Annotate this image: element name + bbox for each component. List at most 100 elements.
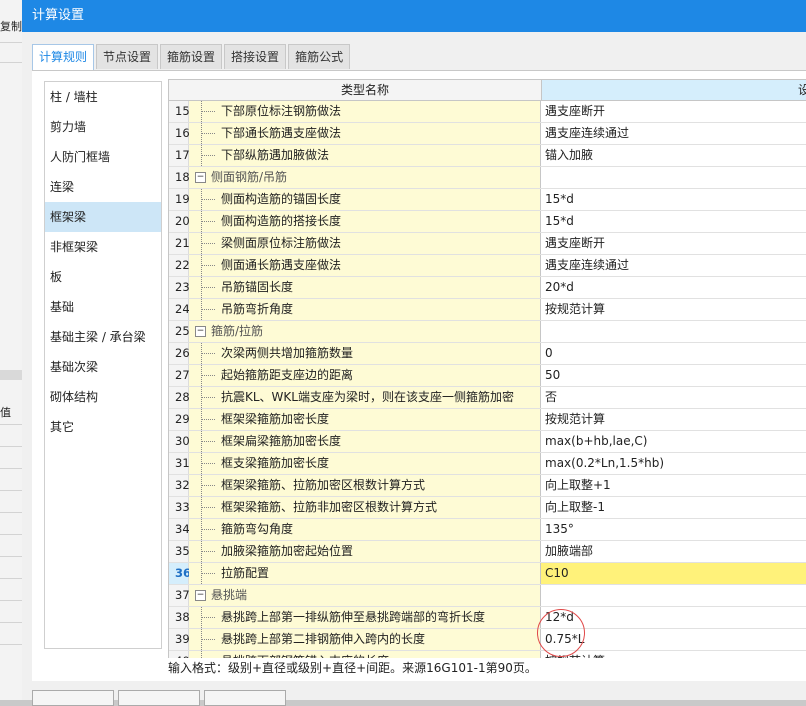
collapse-toggle-icon[interactable]: − bbox=[195, 590, 206, 601]
property-value[interactable]: 锚入加腋 bbox=[541, 145, 806, 166]
tab-1[interactable]: 节点设置 bbox=[96, 44, 159, 69]
property-value[interactable]: 加腋端部 bbox=[541, 541, 806, 562]
divider bbox=[0, 600, 22, 601]
property-name: 悬挑跨上部第一排纵筋伸至悬挑跨端部的弯折长度 bbox=[189, 607, 541, 628]
table-row[interactable]: 33 框架梁箍筋、拉筋非加密区根数计算方式 向上取整-1 bbox=[169, 497, 806, 519]
table-row[interactable]: 36 拉筋配置 C10 bbox=[169, 563, 806, 585]
tab-2[interactable]: 箍筋设置 bbox=[160, 44, 223, 69]
tab-0[interactable]: 计算规则 bbox=[32, 44, 95, 71]
property-value[interactable] bbox=[541, 321, 806, 342]
property-value[interactable] bbox=[541, 585, 806, 606]
table-row[interactable]: 17 下部纵筋遇加腋做法 锚入加腋 bbox=[169, 145, 806, 167]
table-row[interactable]: 23 吊筋锚固长度 20*d bbox=[169, 277, 806, 299]
collapse-toggle-icon[interactable]: − bbox=[195, 326, 206, 337]
property-value-text: 按规范计算 bbox=[545, 412, 606, 426]
property-value[interactable]: 135° bbox=[541, 519, 806, 540]
property-value[interactable]: 0 bbox=[541, 343, 806, 364]
property-name: 抗震KL、WKL端支座为梁时，则在该支座一侧箍筋加密 bbox=[189, 387, 541, 408]
table-row[interactable]: 24 吊筋弯折角度 按规范计算 bbox=[169, 299, 806, 321]
category-item[interactable]: 砌体结构 bbox=[45, 382, 161, 412]
property-value-text: 0 bbox=[545, 346, 553, 360]
tree-line-icon bbox=[195, 409, 217, 430]
tab-4[interactable]: 箍筋公式 bbox=[288, 44, 351, 69]
property-name: 梁侧面原位标注筋做法 bbox=[189, 233, 541, 254]
property-value[interactable]: max(0.2*Ln,1.5*hb) bbox=[541, 453, 806, 474]
property-value[interactable]: 遇支座断开 bbox=[541, 233, 806, 254]
category-item[interactable]: 剪力墙 bbox=[45, 112, 161, 142]
category-item[interactable]: 其它 bbox=[45, 412, 161, 442]
table-row[interactable]: 22 侧面通长筋遇支座做法 遇支座连续通过 bbox=[169, 255, 806, 277]
property-value[interactable]: 按规范计算 bbox=[541, 299, 806, 320]
tree-line-icon bbox=[195, 365, 217, 386]
table-row[interactable]: 29 框架梁箍筋加密长度 按规范计算 bbox=[169, 409, 806, 431]
table-row[interactable]: 15 下部原位标注钢筋做法 遇支座断开 bbox=[169, 101, 806, 123]
table-row[interactable]: 27 起始箍筋距支座边的距离 50 bbox=[169, 365, 806, 387]
dialog-button[interactable] bbox=[118, 690, 200, 706]
table-row[interactable]: 19 侧面构造筋的锚固长度 15*d bbox=[169, 189, 806, 211]
group-row[interactable]: 37− 悬挑端 bbox=[169, 585, 806, 607]
category-item[interactable]: 基础次梁 bbox=[45, 352, 161, 382]
property-value[interactable]: 50 bbox=[541, 365, 806, 386]
group-row[interactable]: 18− 侧面钢筋/吊筋 bbox=[169, 167, 806, 189]
property-value[interactable]: 向上取整+1 bbox=[541, 475, 806, 496]
category-item[interactable]: 连梁 bbox=[45, 172, 161, 202]
property-name: 框架扁梁箍筋加密长度 bbox=[189, 431, 541, 452]
row-number: 40 bbox=[169, 651, 190, 658]
tab-3[interactable]: 搭接设置 bbox=[224, 44, 287, 69]
table-row[interactable]: 40 悬挑跨下部钢筋锚入支座的长度 按规范计算 bbox=[169, 651, 806, 658]
category-item[interactable]: 柱 / 墙柱 bbox=[45, 82, 161, 112]
table-row[interactable]: 16 下部通长筋遇支座做法 遇支座连续通过 bbox=[169, 123, 806, 145]
property-value[interactable]: max(b+hb,lae,C) bbox=[541, 431, 806, 452]
dialog-button[interactable] bbox=[32, 690, 114, 706]
category-item[interactable]: 人防门框墙 bbox=[45, 142, 161, 172]
row-number: 18 bbox=[169, 167, 190, 188]
table-row[interactable]: 32 框架梁箍筋、拉筋加密区根数计算方式 向上取整+1 bbox=[169, 475, 806, 497]
property-value[interactable]: 20*d bbox=[541, 277, 806, 298]
property-value[interactable]: 按规范计算 bbox=[541, 409, 806, 430]
property-value[interactable]: 15*d bbox=[541, 189, 806, 210]
table-row[interactable]: 28 抗震KL、WKL端支座为梁时，则在该支座一侧箍筋加密 否 bbox=[169, 387, 806, 409]
table-row[interactable]: 30 框架扁梁箍筋加密长度 max(b+hb,lae,C) bbox=[169, 431, 806, 453]
table-row[interactable]: 26 次梁两侧共增加箍筋数量 0 bbox=[169, 343, 806, 365]
property-value[interactable]: 向上取整-1 bbox=[541, 497, 806, 518]
tree-line-icon bbox=[195, 519, 217, 540]
property-value-input[interactable]: C10 bbox=[541, 563, 806, 584]
property-name: − 侧面钢筋/吊筋 bbox=[189, 167, 541, 188]
tree-line-icon bbox=[195, 101, 217, 122]
property-value[interactable]: 遇支座连续通过 bbox=[541, 123, 806, 144]
table-row[interactable]: 39 悬挑跨上部第二排钢筋伸入跨内的长度 0.75*L bbox=[169, 629, 806, 651]
row-number-header bbox=[169, 80, 189, 100]
group-row[interactable]: 25− 箍筋/拉筋 bbox=[169, 321, 806, 343]
property-value-text: max(0.2*Ln,1.5*hb) bbox=[545, 456, 665, 470]
row-number: 34 bbox=[169, 519, 190, 540]
property-name: 侧面构造筋的锚固长度 bbox=[189, 189, 541, 210]
name-column-header[interactable]: 类型名称 bbox=[189, 80, 542, 100]
property-value[interactable]: 遇支座连续通过 bbox=[541, 255, 806, 276]
value-column-header[interactable]: 设 bbox=[542, 80, 806, 100]
property-value[interactable]: 按规范计算 bbox=[541, 651, 806, 658]
dialog-title[interactable]: 计算设置 bbox=[22, 0, 806, 32]
dialog-button[interactable] bbox=[204, 690, 286, 706]
table-row[interactable]: 31 框支梁箍筋加密长度 max(0.2*Ln,1.5*hb) bbox=[169, 453, 806, 475]
table-row[interactable]: 20 侧面构造筋的搭接长度 15*d bbox=[169, 211, 806, 233]
property-value-text: 遇支座断开 bbox=[545, 236, 606, 250]
copy-button[interactable]: 复制 bbox=[0, 18, 22, 40]
category-item[interactable]: 基础 bbox=[45, 292, 161, 322]
category-item[interactable]: 框架梁 bbox=[45, 202, 161, 232]
property-label: 框架梁箍筋加密长度 bbox=[221, 412, 330, 426]
property-name: 起始箍筋距支座边的距离 bbox=[189, 365, 541, 386]
category-item[interactable]: 非框架梁 bbox=[45, 232, 161, 262]
table-row[interactable]: 21 梁侧面原位标注筋做法 遇支座断开 bbox=[169, 233, 806, 255]
category-item[interactable]: 基础主梁 / 承台梁 bbox=[45, 322, 161, 352]
divider bbox=[0, 534, 22, 535]
table-row[interactable]: 35 加腋梁箍筋加密起始位置 加腋端部 bbox=[169, 541, 806, 563]
collapse-toggle-icon[interactable]: − bbox=[195, 172, 206, 183]
property-value[interactable] bbox=[541, 167, 806, 188]
table-row[interactable]: 38 悬挑跨上部第一排纵筋伸至悬挑跨端部的弯折长度 12*d bbox=[169, 607, 806, 629]
property-name: 次梁两侧共增加箍筋数量 bbox=[189, 343, 541, 364]
category-item[interactable]: 板 bbox=[45, 262, 161, 292]
property-value[interactable]: 否 bbox=[541, 387, 806, 408]
property-value[interactable]: 遇支座断开 bbox=[541, 101, 806, 122]
property-value[interactable]: 15*d bbox=[541, 211, 806, 232]
table-row[interactable]: 34 箍筋弯勾角度 135° bbox=[169, 519, 806, 541]
